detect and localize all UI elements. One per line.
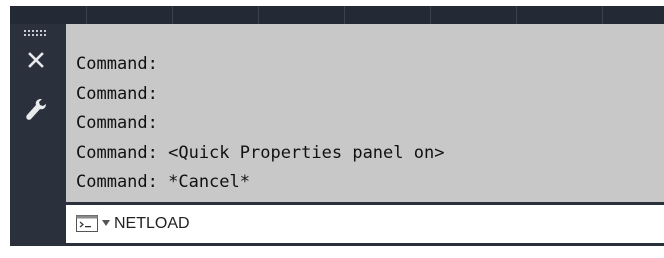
history-line: Command: <box>76 54 158 74</box>
history-line: Command: <Quick Properties panel on> <box>76 143 445 163</box>
grip-dots-icon[interactable] <box>24 30 46 41</box>
chevron-down-icon[interactable] <box>102 220 110 226</box>
history-line: Command: *Cancel* <box>76 172 250 192</box>
command-input[interactable] <box>114 213 644 235</box>
strip-divider <box>86 6 87 24</box>
history-line: Command: <box>76 84 158 104</box>
strip-divider <box>172 6 173 24</box>
strip-divider <box>258 6 259 24</box>
command-prompt-icon[interactable] <box>76 215 98 232</box>
command-line-window: Command: Command: Command: Command: <Qui… <box>0 0 664 258</box>
strip-divider <box>344 6 345 24</box>
close-icon[interactable] <box>26 50 46 70</box>
wrench-icon[interactable] <box>24 96 48 124</box>
top-strip <box>10 6 664 24</box>
strip-divider <box>602 6 603 24</box>
command-input-bar[interactable] <box>66 205 664 243</box>
strip-divider <box>430 6 431 24</box>
strip-divider <box>516 6 517 24</box>
command-history: Command: Command: Command: Command: <Qui… <box>66 24 664 202</box>
history-line: Command: <box>76 113 158 133</box>
